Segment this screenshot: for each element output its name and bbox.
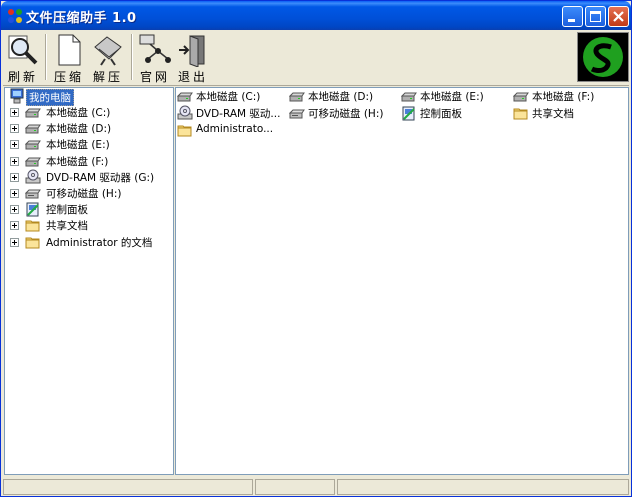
file-item-label: DVD-RAM 驱动... <box>196 108 281 120</box>
logo-icon <box>583 37 623 77</box>
minimize-icon <box>568 19 575 22</box>
tree-item-label: Administrator 的文档 <box>46 236 153 249</box>
website-label: 官网 <box>139 70 170 84</box>
status-panel <box>337 479 629 495</box>
website-button[interactable]: 官网 <box>136 33 174 85</box>
control-panel-icon <box>402 106 415 121</box>
expand-icon[interactable] <box>10 189 19 198</box>
file-item-label: 本地磁盘 (C:) <box>196 91 261 103</box>
tree-item-label: 本地磁盘 (D:) <box>46 123 112 136</box>
expand-icon[interactable] <box>10 156 19 166</box>
hard-drive-icon <box>25 108 41 118</box>
network-icon <box>139 34 171 63</box>
dvd-drive-icon <box>25 169 41 184</box>
toolbar-separator <box>131 34 133 80</box>
expand-icon[interactable] <box>10 237 19 247</box>
folder-tree[interactable]: 我的电脑 本地磁盘 (C:) 本地磁盘 (D:) 本地磁盘 (E:) 本地磁盘 (F:… <box>4 87 174 475</box>
tree-item-label: 本地磁盘 (F:) <box>46 155 109 168</box>
expand-icon[interactable] <box>10 124 19 134</box>
hard-drive-icon <box>25 140 41 150</box>
removable-drive-icon <box>25 189 41 199</box>
compress-button[interactable]: 压缩 <box>51 33 87 85</box>
hard-drive-icon <box>513 92 529 102</box>
exit-button[interactable]: 退出 <box>175 33 211 85</box>
file-item-label: 控制面板 <box>420 108 462 120</box>
folder-icon <box>513 108 528 120</box>
expand-icon[interactable] <box>10 108 19 117</box>
app-window: 文件压缩助手 1.0 刷新 压缩 解压 官网 退出 我的电脑 本地磁盘 (C:)… <box>0 0 632 497</box>
expand-icon[interactable] <box>10 221 19 231</box>
control-panel-icon <box>26 202 39 217</box>
dvd-drive-icon <box>177 105 193 120</box>
extract-icon <box>94 36 122 66</box>
toolbar-separator <box>45 34 47 80</box>
status-bar <box>3 478 629 496</box>
close-button[interactable] <box>608 6 629 27</box>
compress-label: 压缩 <box>53 70 84 84</box>
minimize-button[interactable] <box>562 6 583 27</box>
close-icon <box>613 11 624 22</box>
expand-icon[interactable] <box>10 140 19 150</box>
refresh-label: 刷新 <box>7 70 38 84</box>
computer-icon <box>10 88 24 104</box>
maximize-button[interactable] <box>585 6 606 27</box>
removable-drive-icon <box>289 109 305 119</box>
tree-item-label: 可移动磁盘 (H:) <box>46 188 122 200</box>
expand-icon[interactable] <box>10 172 19 182</box>
exit-door-icon <box>179 35 205 67</box>
extract-label: 解压 <box>92 70 123 84</box>
folder-icon <box>25 237 40 249</box>
tree-item-label: 本地磁盘 (E:) <box>46 139 110 152</box>
file-item-label: 本地磁盘 (F:) <box>532 91 595 103</box>
title-bar[interactable]: 文件压缩助手 1.0 <box>1 1 631 30</box>
file-list[interactable]: 本地磁盘 (C:) 本地磁盘 (D:) 本地磁盘 (E:) 本地磁盘 (F:) DVD-… <box>175 87 629 475</box>
tree-item-label: 控制面板 <box>46 204 88 217</box>
brand-logo <box>577 32 629 82</box>
file-item-label: Administrato... <box>196 123 274 135</box>
tree-item-label: DVD-RAM 驱动器 (G:) <box>46 171 155 184</box>
refresh-button[interactable]: 刷新 <box>4 33 42 85</box>
maximize-icon <box>590 11 601 22</box>
tree-item-label: 本地磁盘 (C:) <box>46 107 111 119</box>
extract-button[interactable]: 解压 <box>89 33 127 85</box>
status-panel <box>3 479 253 495</box>
hard-drive-icon <box>289 92 305 102</box>
hard-drive-icon <box>177 92 193 102</box>
magnifier-icon <box>8 35 38 65</box>
window-title: 文件压缩助手 1.0 <box>26 11 137 26</box>
tree-item-label: 共享文档 <box>46 220 88 233</box>
folder-icon <box>177 125 192 137</box>
folder-icon <box>25 220 40 232</box>
exit-label: 退出 <box>177 70 208 84</box>
expand-icon[interactable] <box>10 205 19 215</box>
hard-drive-icon <box>401 92 417 102</box>
hard-drive-icon <box>25 124 41 134</box>
toolbar: 刷新 压缩 解压 官网 退出 <box>3 31 629 86</box>
status-panel <box>255 479 335 495</box>
file-item-label: 可移动磁盘 (H:) <box>308 108 384 120</box>
file-item-label: 本地磁盘 (E:) <box>420 91 484 103</box>
file-item-label: 本地磁盘 (D:) <box>308 91 374 103</box>
hard-drive-icon <box>25 157 41 167</box>
app-icon <box>8 9 22 23</box>
file-item-label: 共享文档 <box>532 108 574 120</box>
document-icon <box>58 34 81 66</box>
